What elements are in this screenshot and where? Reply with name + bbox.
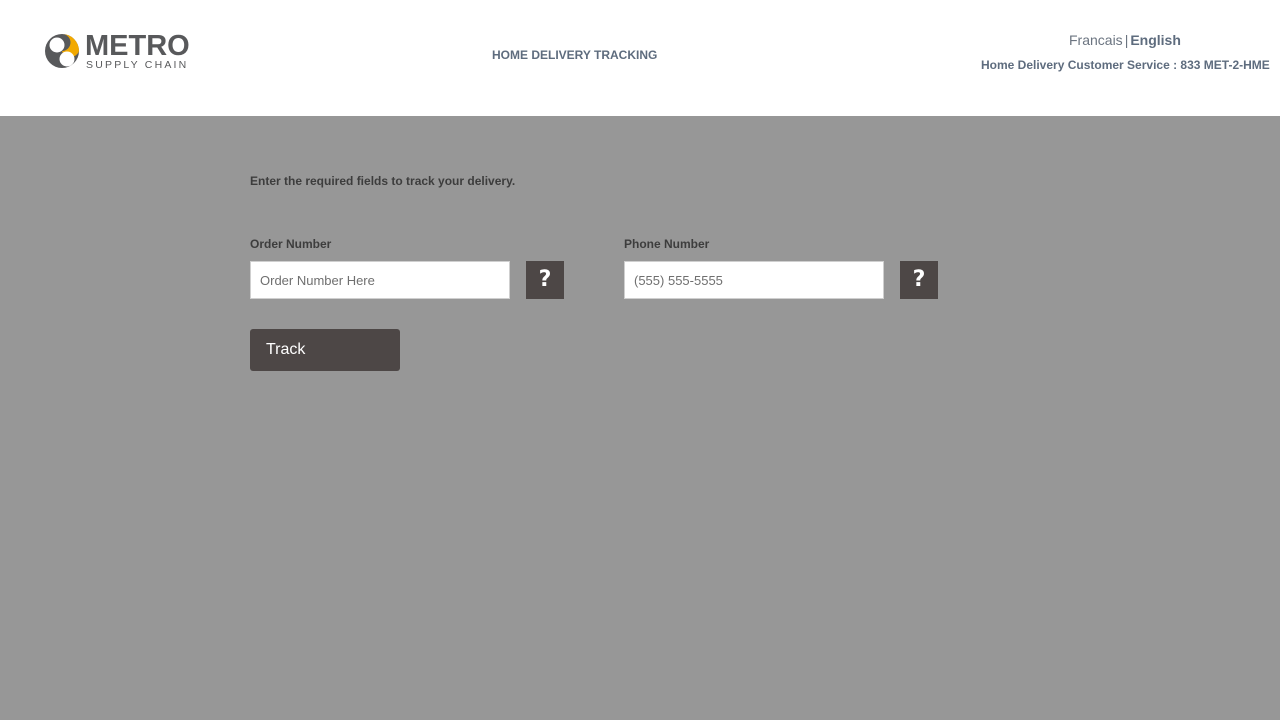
- language-link-french[interactable]: Francais: [1069, 32, 1123, 48]
- metro-supply-chain-logo[interactable]: METRO SUPPLY CHAIN: [44, 30, 194, 72]
- language-link-english[interactable]: English: [1130, 32, 1181, 48]
- metro-swirl-logo-icon: [45, 34, 79, 68]
- phone-number-label: Phone Number: [624, 237, 710, 251]
- customer-service-phone: Home Delivery Customer Service : 833 MET…: [981, 58, 1270, 72]
- phone-number-input[interactable]: [624, 261, 884, 299]
- order-number-label: Order Number: [250, 237, 332, 251]
- question-mark-icon: ?: [912, 267, 926, 292]
- track-button[interactable]: Track: [250, 329, 400, 371]
- site-header: METRO SUPPLY CHAIN HOME DELIVERY TRACKIN…: [0, 0, 1280, 116]
- phone-number-help-button[interactable]: ?: [900, 261, 938, 299]
- logo-wordmark: METRO: [85, 30, 190, 62]
- language-switcher: Francais | English: [1069, 32, 1181, 48]
- language-separator: |: [1124, 32, 1129, 48]
- order-number-input[interactable]: [250, 261, 510, 299]
- order-number-help-button[interactable]: ?: [526, 261, 564, 299]
- question-mark-icon: ?: [538, 267, 552, 292]
- form-instructions: Enter the required fields to track your …: [250, 174, 516, 188]
- page-title[interactable]: HOME DELIVERY TRACKING: [492, 48, 657, 62]
- logo-tagline: SUPPLY CHAIN: [86, 59, 189, 71]
